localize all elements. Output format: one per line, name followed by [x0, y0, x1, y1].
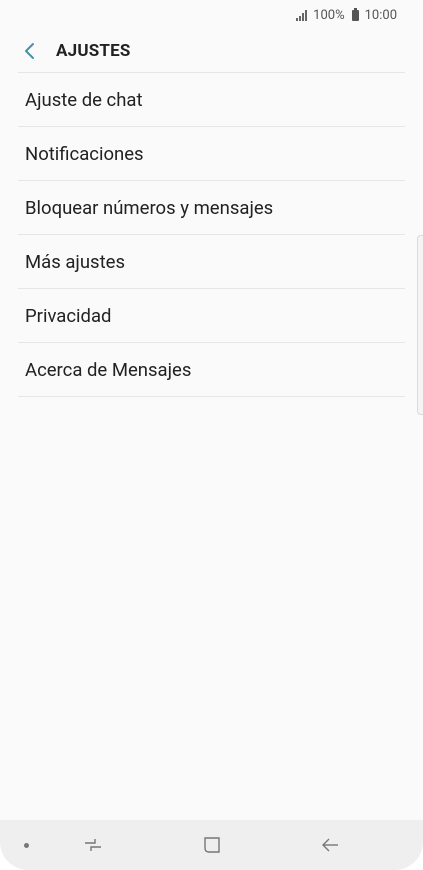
settings-item-chat[interactable]: Ajuste de chat	[18, 73, 405, 127]
battery-percent: 100%	[313, 7, 345, 23]
settings-item-notifications[interactable]: Notificaciones	[18, 127, 405, 181]
page-title: AJUSTES	[56, 41, 131, 61]
phone-screen: 100% 10:00 AJUSTES Ajuste de chat Notifi…	[0, 0, 423, 870]
clock: 10:00	[364, 7, 397, 23]
home-button[interactable]	[198, 832, 226, 858]
settings-item-privacy[interactable]: Privacidad	[18, 289, 405, 343]
settings-item-more-settings[interactable]: Más ajustes	[18, 235, 405, 289]
home-icon	[204, 837, 220, 853]
app-bar: AJUSTES	[0, 30, 423, 72]
navigation-bar	[0, 820, 423, 870]
chevron-left-icon	[25, 43, 34, 59]
recent-apps-icon	[85, 839, 101, 851]
settings-item-block-numbers[interactable]: Bloquear números y mensajes	[18, 181, 405, 235]
settings-item-about[interactable]: Acerca de Mensajes	[18, 343, 405, 397]
battery-icon	[351, 7, 359, 21]
nav-back-button[interactable]	[316, 832, 344, 858]
dot-icon[interactable]	[24, 843, 29, 848]
status-bar: 100% 10:00	[0, 0, 423, 30]
settings-list: Ajuste de chat Notificaciones Bloquear n…	[0, 73, 423, 397]
back-arrow-icon	[322, 838, 338, 852]
edge-panel-handle[interactable]	[417, 235, 423, 415]
signal-icon	[296, 9, 308, 21]
back-button[interactable]	[18, 39, 42, 63]
recent-apps-button[interactable]	[79, 832, 107, 858]
